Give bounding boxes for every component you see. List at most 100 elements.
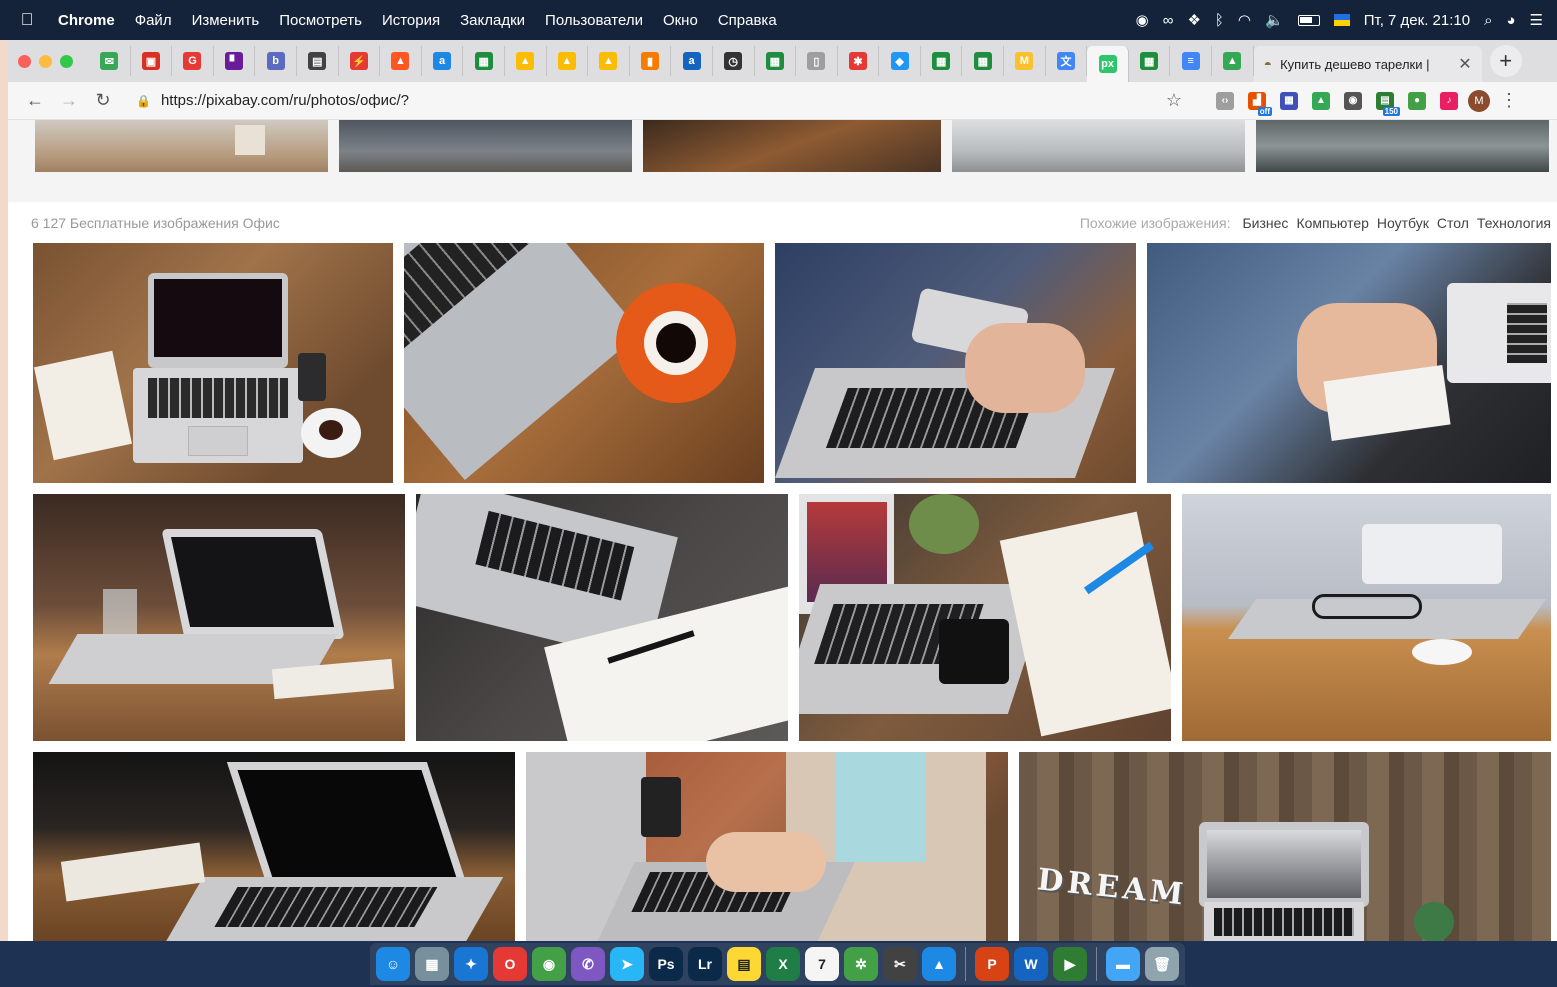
note-icon[interactable]: ♪ [1440, 91, 1458, 110]
reload-icon[interactable]: ↻ [86, 90, 120, 111]
photo-woman-typing-laptop[interactable] [526, 752, 1008, 941]
photo-office-interior-5[interactable] [1256, 120, 1549, 172]
related-tag-business[interactable]: Бизнес [1242, 215, 1288, 231]
photo-laptop-orange-coffee[interactable] [404, 243, 764, 483]
related-tag-computer[interactable]: Компьютер [1296, 215, 1368, 231]
back-arrow-icon[interactable]: ← [18, 90, 52, 111]
battery-icon[interactable] [1297, 14, 1320, 26]
pinned-tab[interactable]: ▦ [962, 46, 1005, 76]
pinned-tab[interactable]: ✉ [89, 46, 131, 76]
pinned-tab[interactable]: ◷ [713, 46, 755, 76]
grid-icon[interactable]: ▦ [1280, 91, 1298, 110]
pinned-tab[interactable]: 文 [1046, 46, 1088, 76]
telegram-icon[interactable]: ➤ [610, 947, 644, 981]
excel-icon[interactable]: X [766, 947, 800, 981]
pinned-tab[interactable]: ▲ [588, 46, 630, 76]
menu-window[interactable]: Окно [653, 12, 708, 29]
pinned-tab[interactable]: ▦ [755, 46, 797, 76]
photo-office-interior-4[interactable] [952, 120, 1245, 172]
menu-app-name[interactable]: Chrome [54, 12, 125, 29]
photo-laptop-notebook-dark[interactable] [33, 752, 515, 941]
pinned-tab[interactable]: ▲ [380, 46, 422, 76]
pinned-tab[interactable]: ◆ [879, 46, 921, 76]
pinned-tab[interactable]: ▯ [796, 46, 838, 76]
pinned-tab[interactable]: ▦ [1129, 46, 1171, 76]
pinned-tab[interactable]: ▲ [505, 46, 547, 76]
close-window-icon[interactable] [18, 54, 31, 68]
adwords-editor-icon[interactable]: ▲ [922, 947, 956, 981]
viber-icon[interactable]: ✆ [571, 947, 605, 981]
photo-laptop-notebook-pen[interactable] [416, 494, 788, 741]
skype-icon[interactable]: ◉ [1136, 11, 1149, 29]
pinned-tab[interactable]: M [1004, 46, 1046, 76]
bluetooth-icon[interactable]: ᛒ [1215, 12, 1224, 29]
related-tag-laptop[interactable]: Ноутбук [1377, 215, 1429, 231]
notes-icon[interactable]: ▤ [727, 947, 761, 981]
address-bar[interactable]: 🔒 https://pixabay.com/ru/photos/офис/? ☆ [126, 86, 1192, 116]
related-tag-desk[interactable]: Стол [1437, 215, 1469, 231]
photo-dream-laptop-desk[interactable]: DREAM [1019, 752, 1551, 941]
pinned-tab[interactable]: ⚡ [339, 46, 381, 76]
powerpoint-icon[interactable]: P [975, 947, 1009, 981]
tab-active-page[interactable]: ◓ Купить дешево тарелки | ✕ [1253, 46, 1482, 82]
google-drive-ext-icon[interactable]: ▲ [1312, 91, 1330, 110]
close-tab-icon[interactable]: ✕ [1458, 54, 1471, 74]
circle-green-icon[interactable]: ● [1408, 91, 1426, 110]
chart-off-icon[interactable]: ▟ off [1248, 91, 1272, 116]
launchpad-icon[interactable]: ▦ [415, 947, 449, 981]
pinned-tab[interactable]: ▘ [214, 46, 256, 76]
photoshop-icon[interactable]: Ps [649, 947, 683, 981]
finder-icon[interactable]: ☺ [376, 947, 410, 981]
word-icon[interactable]: W [1014, 947, 1048, 981]
photo-man-writing-notes[interactable] [1147, 243, 1551, 483]
photo-laptop-notebook-coffee[interactable] [33, 243, 393, 483]
profile-avatar[interactable]: M [1468, 89, 1490, 112]
facetime-icon[interactable]: ▶ [1053, 947, 1087, 981]
notification-center-icon[interactable]: ☰ [1530, 11, 1543, 29]
volume-icon[interactable]: 🔈 [1265, 11, 1284, 29]
pinned-tab[interactable]: G [172, 46, 214, 76]
zoom-window-icon[interactable] [60, 54, 73, 68]
mindnode-icon[interactable]: ✲ [844, 947, 878, 981]
menu-people[interactable]: Пользователи [535, 12, 653, 29]
pinned-tab[interactable]: ≡ [1170, 46, 1213, 76]
related-tag-technology[interactable]: Технология [1477, 215, 1551, 231]
pinned-tab[interactable]: ▦ [921, 46, 963, 76]
pinned-tab[interactable]: ▲ [547, 46, 589, 76]
trash-icon[interactable]: 🗑 [1145, 947, 1179, 981]
dropbox-icon[interactable]: ❖ [1187, 11, 1200, 29]
wifi-icon[interactable]: ◠ [1238, 11, 1251, 29]
calendar-icon[interactable]: 7 [805, 947, 839, 981]
photo-office-interior-2[interactable] [339, 120, 632, 172]
pinned-tab[interactable]: a [671, 46, 713, 76]
photo-laptop-tablet-writing[interactable] [799, 494, 1171, 741]
menu-edit[interactable]: Изменить [182, 12, 270, 29]
creative-cloud-icon[interactable]: ∞ [1163, 12, 1174, 29]
downloads-folder-icon[interactable]: ▬ [1106, 947, 1140, 981]
new-tab-button[interactable]: + [1489, 45, 1522, 77]
bookmark-star-icon[interactable]: ☆ [1166, 90, 1182, 111]
menu-help[interactable]: Справка [708, 12, 787, 29]
final-cut-icon[interactable]: ✂ [883, 947, 917, 981]
photo-office-interior-3[interactable] [643, 120, 941, 172]
chrome-icon[interactable]: ◉ [532, 947, 566, 981]
clock[interactable]: Пт, 7 дек. 21:10 [1364, 12, 1470, 29]
minimize-window-icon[interactable] [39, 54, 52, 68]
lightroom-icon[interactable]: Lr [688, 947, 722, 981]
pinned-tab[interactable]: b [255, 46, 297, 76]
pinned-tab[interactable]: ▤ [297, 46, 339, 76]
spotlight-search-icon[interactable]: ⌕ [1484, 12, 1492, 29]
counter-icon[interactable]: ▤ 150 [1376, 91, 1400, 116]
pinned-tab[interactable]: ▮ [630, 46, 672, 76]
lock-icon[interactable]: 🔒 [136, 94, 151, 108]
menu-bookmarks[interactable]: Закладки [450, 12, 535, 29]
chrome-menu-icon[interactable]: ⋮ [1500, 90, 1518, 111]
menu-history[interactable]: История [372, 12, 450, 29]
photo-laptop-glasses-mouse[interactable] [1182, 494, 1551, 741]
photo-laptop-table-glass[interactable] [33, 494, 405, 741]
bulb-icon[interactable]: ◉ [1344, 91, 1362, 110]
menu-file[interactable]: Файл [125, 12, 182, 29]
pinned-tab[interactable]: ▦ [463, 46, 505, 76]
photo-hands-smartphone-laptop[interactable] [775, 243, 1136, 483]
opera-icon[interactable]: O [493, 947, 527, 981]
